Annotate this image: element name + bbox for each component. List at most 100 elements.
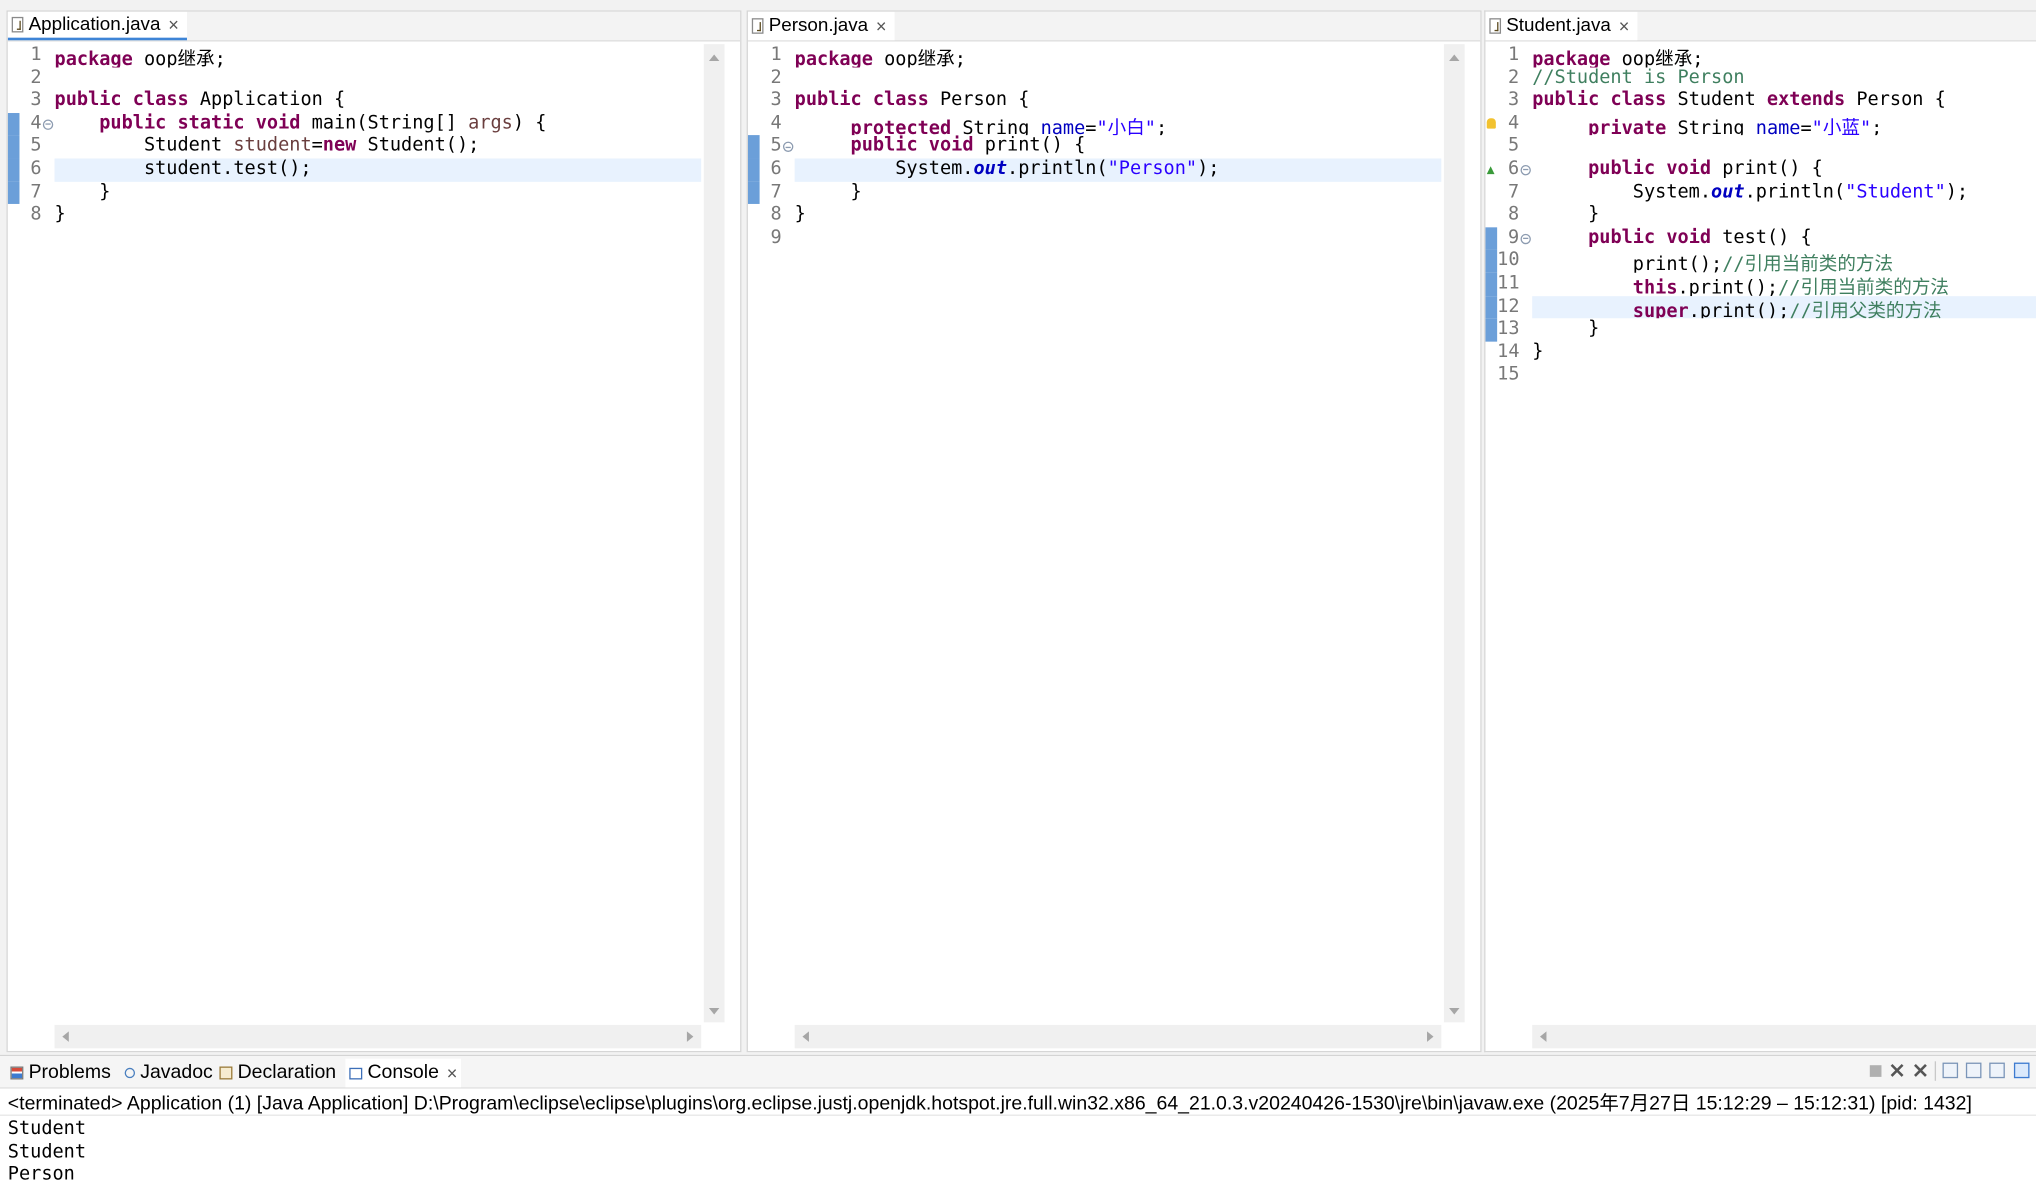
pin-console-icon[interactable] [1989,1062,2005,1079]
remove-launch-icon[interactable] [1889,1063,1905,1079]
code-text[interactable]: System.out.println("Person"); [794,158,1442,182]
tab-javadoc[interactable]: Javadoc [121,1059,217,1088]
code-text[interactable]: public void print() { [795,136,1442,159]
code-editor[interactable]: 1 package oop继承; 2 3 public class Applicatio… [7,41,741,1051]
code-line[interactable]: 6 System.out.println("Person"); [747,158,1442,182]
code-line[interactable]: 1 package oop继承; [1485,44,2036,67]
code-text[interactable]: super.print();//引用父类的方法 [1532,295,2036,319]
code-text[interactable]: package oop继承; [55,44,702,67]
code-text[interactable]: public class Person { [795,90,1442,113]
code-line[interactable]: 5 public void print() { [747,135,1442,159]
code-editor[interactable]: 1 package oop继承; 2 3 public class Person {4 … [747,41,1481,1051]
code-line[interactable]: 12 super.print();//引用父类的方法 [1485,295,2036,319]
close-tab-icon[interactable]: × [1619,16,1630,37]
code-text[interactable]: Student student=new Student(); [55,136,702,159]
code-text[interactable] [795,67,1442,90]
code-text[interactable] [1532,136,2036,159]
code-line[interactable]: 1 package oop继承; [748,44,1441,67]
code-lines[interactable]: 1 package oop继承; 2 //Student is Person 3 publ… [1485,44,2036,387]
close-tab-icon[interactable]: × [168,14,179,35]
code-line[interactable]: 2 [748,67,1441,90]
code-line[interactable]: 5 [1485,136,2036,159]
vertical-scrollbar[interactable] [703,44,725,1023]
override-icon[interactable] [1486,166,1495,175]
code-text[interactable]: public static void main(String[] args) { [55,113,702,136]
code-text[interactable] [795,227,1442,250]
code-text[interactable]: } [1532,318,2036,341]
code-line[interactable]: 6 student.test(); [7,158,702,182]
scroll-up-arrow-icon[interactable] [1449,54,1460,62]
scroll-down-arrow-icon[interactable] [1449,1008,1460,1015]
code-line[interactable]: 14} [1485,341,2036,364]
code-line[interactable]: 3 public class Student extends Person { [1485,90,2036,113]
code-line[interactable]: 2 //Student is Person [1485,67,2036,90]
code-text[interactable]: this.print();//引用当前类的方法 [1532,273,2036,296]
horizontal-scrollbar[interactable] [794,1024,1442,1049]
code-line[interactable]: 5 Student student=new Student(); [7,135,702,159]
scroll-lock-icon[interactable] [1942,1062,1959,1079]
scroll-right-arrow-icon[interactable] [1427,1031,1434,1042]
scroll-up-arrow-icon[interactable] [708,54,720,62]
horizontal-scrollbar[interactable] [1532,1024,2036,1049]
fold-collapse-icon[interactable] [42,119,54,130]
code-line[interactable]: 11 this.print();//引用当前类的方法 [1485,272,2036,296]
code-text[interactable]: } [55,204,702,227]
code-text[interactable]: } [55,181,702,204]
code-line[interactable]: 15 [1485,364,2036,387]
code-line[interactable]: 7 } [7,181,702,205]
code-line[interactable]: 6 public void print() { [1485,158,2036,181]
code-text[interactable]: private String name="小蓝"; [1532,113,2036,136]
scroll-down-arrow-icon[interactable] [708,1008,720,1015]
fold-collapse-icon[interactable] [782,142,794,153]
code-line[interactable]: 4 public static void main(String[] args)… [7,112,702,136]
code-line[interactable]: 2 [8,67,701,90]
scroll-right-arrow-icon[interactable] [686,1031,694,1042]
code-line[interactable]: 1 package oop继承; [8,44,701,67]
horizontal-scrollbar[interactable] [54,1024,702,1049]
open-console-icon[interactable] [2013,1062,2030,1079]
code-line[interactable]: 7 } [747,181,1442,205]
tab-console[interactable]: Console × [345,1058,462,1088]
code-text[interactable]: package oop继承; [795,44,1442,67]
code-line[interactable]: 9 public void test() { [1485,227,2036,250]
scroll-left-arrow-icon[interactable] [802,1031,809,1042]
code-editor[interactable]: 1 package oop继承; 2 //Student is Person 3 publ… [1485,41,2036,1051]
code-line[interactable]: 10 print();//引用当前类的方法 [1485,249,2036,273]
code-text[interactable]: protected String name="小白"; [795,113,1442,136]
tab-declaration[interactable]: Declaration [216,1059,340,1088]
code-line[interactable]: 9 [748,227,1441,250]
close-tab-icon[interactable]: × [876,16,887,37]
code-text[interactable]: public class Student extends Person { [1532,90,2036,113]
code-line[interactable]: 4 protected String name="小白"; [748,113,1441,136]
code-text[interactable]: } [1532,341,2036,364]
remove-all-terminated-icon[interactable] [1913,1063,1929,1079]
code-text[interactable]: } [1532,204,2036,227]
code-lines[interactable]: 1 package oop继承; 2 3 public class Applicatio… [7,44,702,227]
code-line[interactable]: 8 } [1485,204,2036,227]
code-text[interactable] [55,67,702,90]
code-text[interactable]: public void test() { [1532,227,2036,250]
code-text[interactable]: System.out.println("Student"); [1532,181,2036,204]
code-line[interactable]: 3 public class Person { [748,90,1441,113]
tab-person-java[interactable]: Person.java × [747,11,895,41]
console-output[interactable]: Student Student Person [0,1116,2036,1187]
tab-student-java[interactable]: Student.java × [1485,11,1638,41]
code-text[interactable]: public class Application { [55,90,702,113]
close-tab-icon[interactable]: × [447,1059,458,1088]
scroll-left-arrow-icon[interactable] [62,1031,69,1042]
fold-collapse-icon[interactable] [1520,164,1531,176]
code-text[interactable]: } [795,204,1442,227]
code-line[interactable]: 8} [748,204,1441,227]
code-text[interactable]: } [795,181,1442,204]
word-wrap-icon[interactable] [1965,1062,1982,1079]
vertical-scrollbar[interactable] [1443,44,1465,1023]
code-line[interactable]: 7 System.out.println("Student"); [1485,181,2036,204]
code-lines[interactable]: 1 package oop继承; 2 3 public class Person {4 … [747,44,1442,250]
terminate-icon[interactable] [1869,1065,1882,1077]
code-line[interactable]: 4 private String name="小蓝"; [1485,113,2036,136]
code-line[interactable]: 8} [8,204,701,227]
tab-application-java[interactable]: Application.java × [7,11,187,41]
tab-problems[interactable]: Problems [6,1059,114,1088]
code-text[interactable]: package oop继承; [1532,44,2036,67]
code-text[interactable] [1532,364,2036,387]
